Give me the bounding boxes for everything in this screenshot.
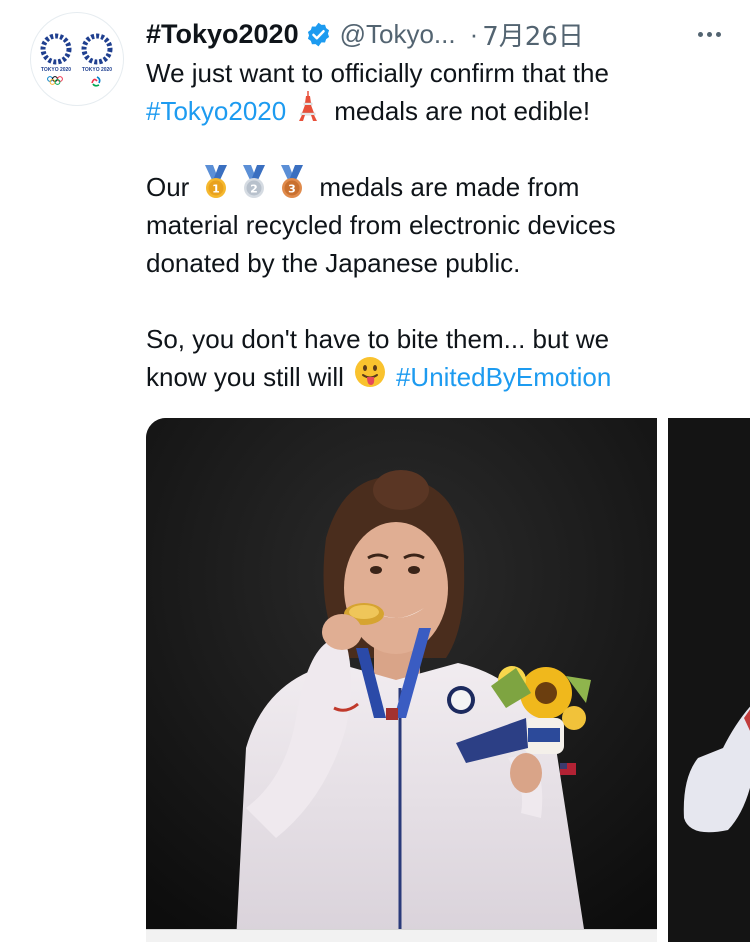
tweet-date[interactable]: 7月26日 [482, 16, 584, 53]
separator-dot: · [469, 18, 479, 49]
tokyo-tower-icon [298, 91, 318, 131]
medal-number: 1 [213, 183, 221, 196]
avatar[interactable]: TOKYO 2020 TOKYO 2020 [30, 12, 124, 106]
tongue-face-icon [354, 356, 386, 398]
text-line: material recycled from electronic device… [146, 206, 706, 244]
media-photo[interactable] [146, 418, 657, 942]
hashtag-link[interactable]: #UnitedByEmotion [396, 358, 611, 396]
text-segment: donated by the Japanese public. [146, 248, 521, 278]
medal-number: 3 [289, 183, 297, 196]
silver-medal-icon: 2 [237, 165, 271, 209]
text-segment: We just want to officially confirm that … [146, 58, 609, 88]
text-line: #Tokyo2020 medals are not edible! [146, 91, 706, 131]
verified-badge-icon [305, 21, 332, 48]
gold-medal-icon: 1 [199, 165, 233, 209]
text-line: know you still will #UnitedByEmotion [146, 356, 706, 398]
more-options-icon[interactable] [692, 17, 726, 51]
media-footer [146, 929, 657, 942]
text-segment: material recycled from electronic device… [146, 210, 616, 240]
media-photo[interactable] [668, 418, 750, 942]
second-photo [668, 418, 750, 942]
tweet-text: We just want to officially confirm that … [146, 54, 706, 396]
text-segment: medals are made from [319, 172, 580, 202]
text-segment: So, you don't have to bite them... but w… [146, 324, 610, 354]
tokyo2020-logo-icon: TOKYO 2020 TOKYO 2020 [40, 33, 113, 87]
text-segment: know you still will [146, 362, 344, 392]
media-gallery [146, 418, 750, 942]
text-line: So, you don't have to bite them... but w… [146, 320, 706, 358]
text-segment: Our [146, 172, 190, 202]
text-line: Our 1 2 3 medals are made from [146, 165, 706, 209]
text-line: We just want to officially confirm that … [146, 54, 706, 92]
display-name[interactable]: #Tokyo2020 [146, 19, 299, 50]
text-line: donated by the Japanese public. [146, 244, 706, 282]
athlete-photo [146, 418, 657, 942]
medal-number: 2 [251, 183, 259, 196]
tweet-header: #Tokyo2020 @Tokyo... · 7月26日 [146, 14, 726, 54]
logo-label-olympic: TOKYO 2020 [41, 67, 71, 73]
text-segment: medals are not edible! [334, 96, 591, 126]
user-handle[interactable]: @Tokyo... [340, 19, 456, 50]
logo-label-paralympic: TOKYO 2020 [82, 67, 112, 73]
bronze-medal-icon: 3 [275, 165, 309, 209]
hashtag-link[interactable]: #Tokyo2020 [146, 92, 286, 130]
